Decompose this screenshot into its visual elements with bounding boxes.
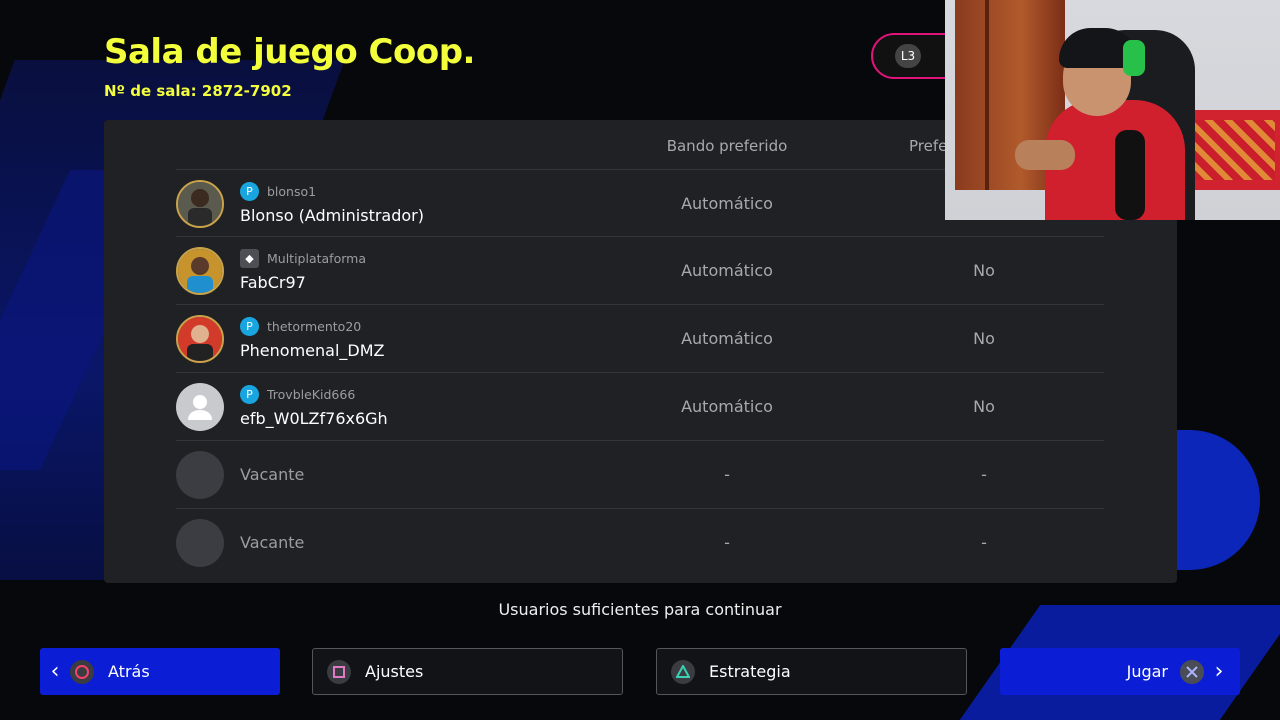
preference-value: - bbox=[981, 465, 987, 484]
chevron-right-icon: › bbox=[1214, 659, 1224, 684]
avatar bbox=[176, 180, 224, 228]
strategy-button[interactable]: Estrategia bbox=[656, 648, 967, 695]
platform-id: P TrovbleKid666 bbox=[240, 384, 355, 404]
player-name: FabCr97 bbox=[240, 273, 306, 292]
chevron-left-icon: ‹ bbox=[50, 659, 60, 684]
platform-id: ◆ Multiplataforma bbox=[240, 248, 366, 268]
strategy-label: Estrategia bbox=[709, 662, 791, 681]
avatar bbox=[176, 247, 224, 295]
preference-value: - bbox=[981, 533, 987, 552]
playstation-icon: P bbox=[240, 384, 259, 404]
player-name: Vacante bbox=[240, 533, 305, 552]
column-header-preference: Prefe bbox=[909, 137, 948, 155]
settings-label: Ajustes bbox=[365, 662, 424, 681]
avatar bbox=[176, 383, 224, 431]
webcam-hands bbox=[1015, 140, 1075, 170]
square-button-icon bbox=[327, 659, 351, 684]
page-title: Sala de juego Coop. bbox=[104, 32, 475, 72]
settings-button[interactable]: Ajustes bbox=[312, 648, 623, 695]
cross-button-icon bbox=[1180, 659, 1204, 684]
player-row[interactable]: P TrovbleKid666 efb_W0LZf76x6Gh Automáti… bbox=[176, 373, 1104, 441]
empty-avatar bbox=[176, 519, 224, 567]
l3-button-icon: L3 bbox=[895, 44, 921, 68]
webcam-bed-pattern bbox=[1185, 120, 1275, 180]
back-label: Atrás bbox=[108, 662, 150, 681]
preferred-side: Automático bbox=[681, 329, 773, 348]
playstation-icon: P bbox=[240, 181, 259, 201]
preferred-side: - bbox=[724, 533, 730, 552]
player-name: Blonso (Administrador) bbox=[240, 206, 424, 225]
webcam-microphone bbox=[1115, 130, 1145, 220]
column-header-preferred-side: Bando preferido bbox=[666, 137, 788, 155]
player-row[interactable]: ◆ Multiplataforma FabCr97 Automático No bbox=[176, 237, 1104, 305]
webcam-door-line bbox=[985, 0, 989, 190]
back-button[interactable]: ‹ Atrás bbox=[40, 648, 280, 695]
player-name: Phenomenal_DMZ bbox=[240, 341, 385, 360]
player-name: Vacante bbox=[240, 465, 305, 484]
play-button[interactable]: Jugar › bbox=[1000, 648, 1240, 695]
webcam-headphones bbox=[1123, 40, 1145, 76]
platform-id: P blonso1 bbox=[240, 181, 316, 201]
platform-id: P thetormento20 bbox=[240, 316, 361, 336]
play-label: Jugar bbox=[1126, 662, 1168, 681]
player-name: efb_W0LZf76x6Gh bbox=[240, 409, 388, 428]
room-number: Nº de sala: 2872-7902 bbox=[104, 82, 292, 100]
vacant-slot[interactable]: Vacante - - bbox=[176, 441, 1104, 509]
vacant-slot[interactable]: Vacante - - bbox=[176, 509, 1104, 577]
status-message: Usuarios suficientes para continuar bbox=[498, 600, 782, 619]
playstation-icon: P bbox=[240, 316, 259, 336]
avatar bbox=[176, 315, 224, 363]
preferred-side: Automático bbox=[681, 397, 773, 416]
empty-avatar bbox=[176, 451, 224, 499]
webcam-overlay bbox=[945, 0, 1280, 220]
preferred-side: Automático bbox=[681, 261, 773, 280]
triangle-button-icon bbox=[671, 659, 695, 684]
player-row[interactable]: P thetormento20 Phenomenal_DMZ Automátic… bbox=[176, 305, 1104, 373]
preference-value: No bbox=[973, 329, 995, 348]
preference-value: No bbox=[973, 397, 995, 416]
coop-room-screen: Sala de juego Coop. Nº de sala: 2872-790… bbox=[0, 0, 1280, 720]
circle-button-icon bbox=[70, 659, 94, 684]
preferred-side: Automático bbox=[681, 194, 773, 213]
preference-value: No bbox=[973, 261, 995, 280]
gamepad-icon: ◆ bbox=[240, 248, 259, 268]
preferred-side: - bbox=[724, 465, 730, 484]
